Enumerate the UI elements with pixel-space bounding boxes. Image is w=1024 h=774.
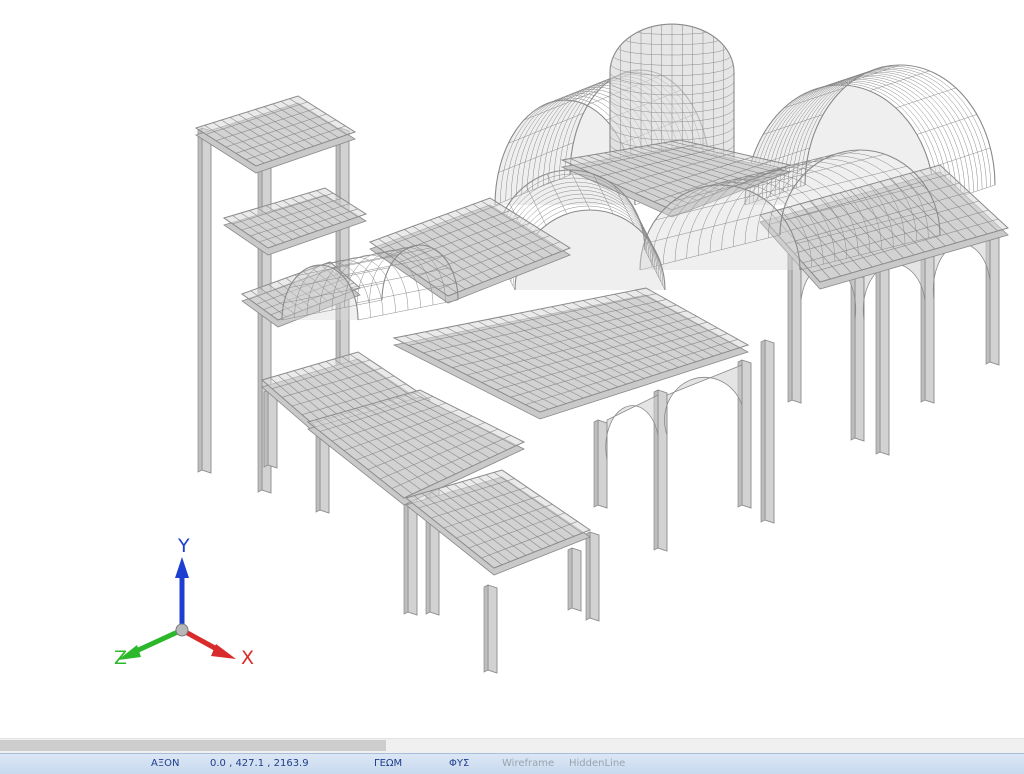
axis-mode-button[interactable]: ΑΞΟΝ bbox=[151, 754, 180, 774]
axis-origin-sphere bbox=[175, 623, 189, 637]
physical-mode-button[interactable]: ΦΥΣ bbox=[449, 754, 469, 774]
y-axis-arrowhead bbox=[175, 557, 189, 578]
hiddenline-render-button[interactable]: HiddenLine bbox=[569, 754, 625, 774]
coordinate-readout: 0.0 , 427.1 , 2163.9 bbox=[210, 758, 309, 769]
geometry-mode-button[interactable]: ΓΕΩΜ bbox=[374, 754, 402, 774]
status-bar: ΑΞΟΝ 0.0 , 427.1 , 2163.9 ΓΕΩΜ ΦΥΣ Wiref… bbox=[0, 753, 1024, 774]
axis-triad: Y X Z bbox=[114, 535, 254, 669]
x-axis-label: X bbox=[241, 647, 254, 669]
wireframe-render-button[interactable]: Wireframe bbox=[502, 754, 554, 774]
z-axis-label: Z bbox=[114, 647, 127, 669]
horizontal-scrollbar-thumb[interactable] bbox=[0, 740, 386, 751]
horizontal-scrollbar[interactable] bbox=[0, 738, 1024, 753]
z-axis-line bbox=[132, 627, 184, 655]
3d-viewport[interactable]: Y X Z bbox=[0, 0, 1024, 738]
y-axis-label: Y bbox=[177, 535, 190, 557]
